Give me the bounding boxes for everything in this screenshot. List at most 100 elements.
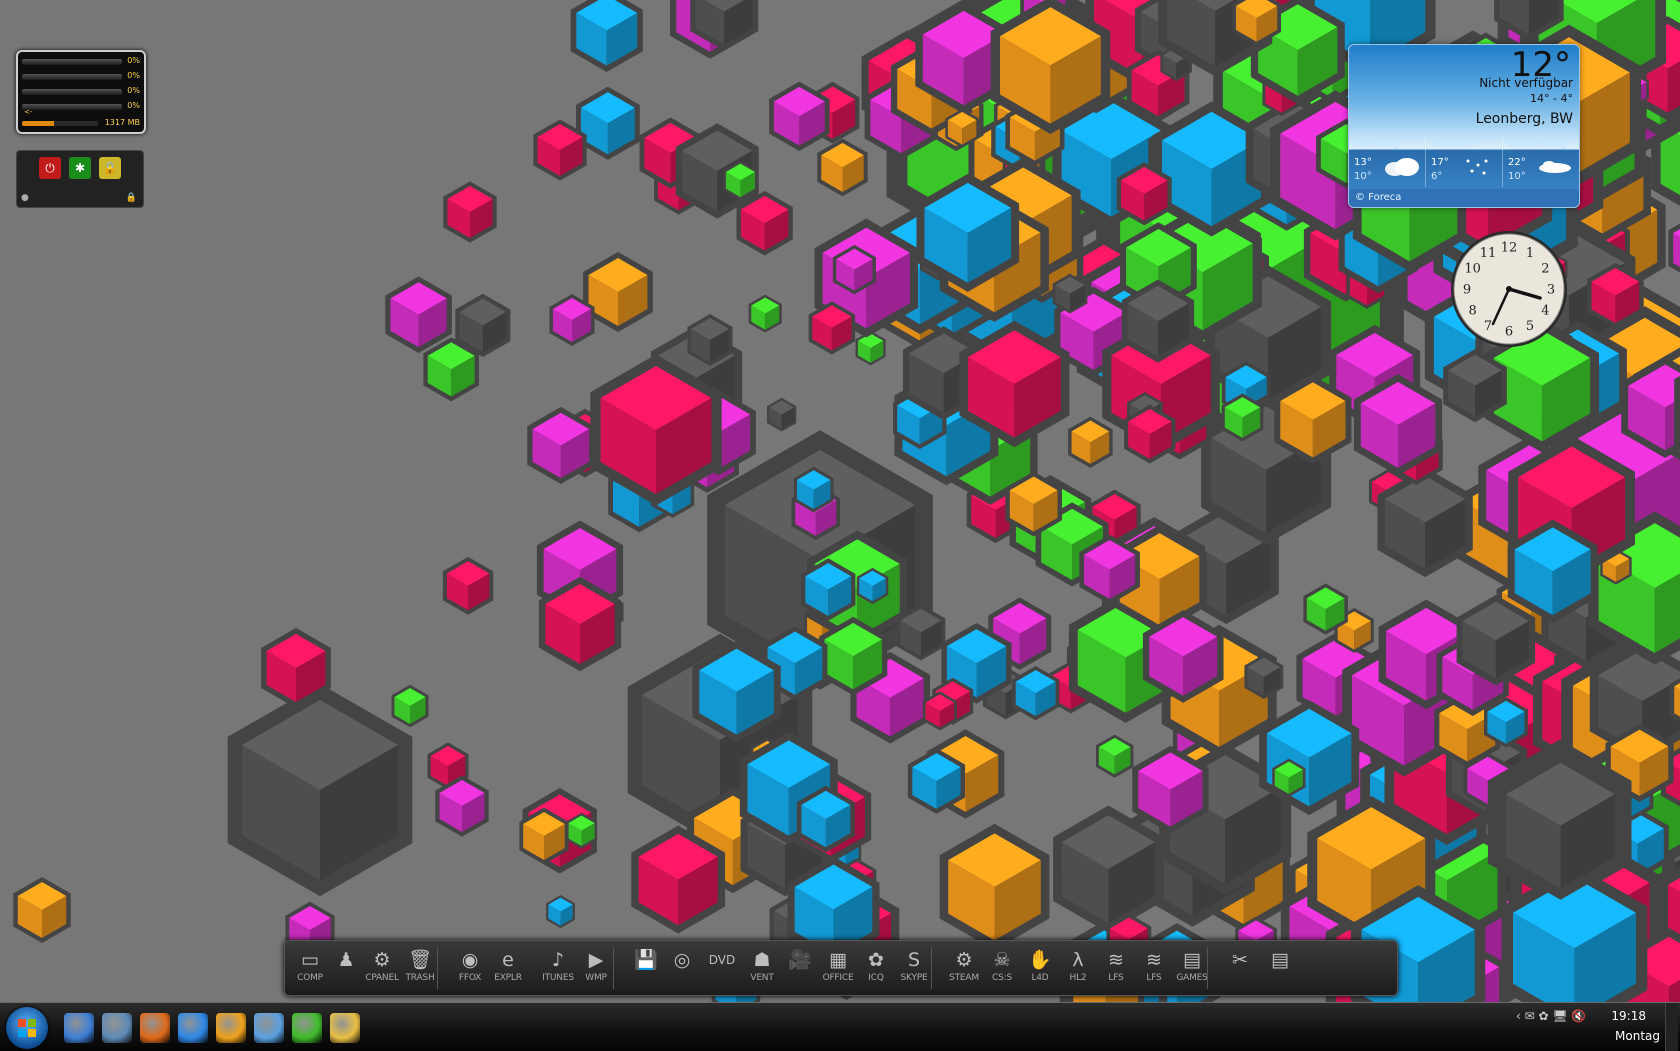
dock-separator <box>437 947 438 989</box>
dock-item-unlabeled-24[interactable]: ▤ <box>1261 945 1299 991</box>
dock-item-hl2[interactable]: λHL2 <box>1059 945 1097 991</box>
dock-item-unlabeled-1[interactable]: ♟ <box>327 945 365 991</box>
firefox-icon[interactable] <box>140 1013 170 1043</box>
restart-button[interactable]: ✱ <box>69 157 91 179</box>
dock-item-icon: DVD <box>703 949 741 971</box>
dock-item-icon: ♪ <box>539 949 577 971</box>
forecast-day: Donnerstag 22° 10° <box>1503 137 1579 187</box>
dock-item-comp[interactable]: ▭COMP <box>291 945 329 991</box>
dock-item-office[interactable]: ▦ OFFICE <box>819 945 857 991</box>
restart-icon: ✱ <box>75 161 85 175</box>
cpu-core-1: 0% <box>22 56 140 68</box>
dock-item-icon: ◎ <box>663 949 701 971</box>
dock-item-wmp[interactable]: ▶ WMP <box>577 945 615 991</box>
dock-item-label: GAMES <box>1173 973 1211 983</box>
padlock-icon: 🔒 <box>126 193 137 203</box>
dock-item-icon: ▶ <box>577 949 615 971</box>
cpu-core-3-value: 0% <box>127 86 140 95</box>
internet-explorer-icon[interactable] <box>178 1013 208 1043</box>
dock-item-icon: S <box>895 949 933 971</box>
dock-item-cpanel[interactable]: ⚙CPANEL <box>363 945 401 991</box>
media-player-icon[interactable] <box>216 1013 246 1043</box>
dock-item-icon: 🗑 <box>401 949 439 971</box>
dock-item-trash[interactable]: 🗑TRASH <box>401 945 439 991</box>
weather-credit: © Foreca <box>1349 189 1580 207</box>
forecast-low: 10° <box>1508 171 1526 182</box>
dock-item-icon: ▦ <box>819 949 857 971</box>
dock-item-icon: ☗ <box>743 949 781 971</box>
cpu-core-4-value: 0% <box>127 101 140 110</box>
dock-item-icon: ✂ <box>1221 949 1259 971</box>
dock-item-label: ICQ <box>857 973 895 983</box>
dock-item-explr[interactable]: eEXPLR <box>489 945 527 991</box>
forecast-day: Mittwoch 17° 6° <box>1426 137 1503 187</box>
show-desktop-button[interactable] <box>1665 1003 1678 1051</box>
dock-item-icon: 💾 <box>627 949 665 971</box>
dock-item-label: LFS <box>1097 973 1135 983</box>
dock-item-label: SKYPE <box>895 973 933 983</box>
dock-item-l4d[interactable]: ✋L4D <box>1021 945 1059 991</box>
dock-item-icon: 🎥 <box>781 949 819 971</box>
weather-city: Leonberg, BW <box>1476 111 1573 127</box>
show-desktop-icon[interactable] <box>64 1013 94 1043</box>
current-condition: Nicht verfügbar <box>1479 76 1573 90</box>
forecast-high: 13° <box>1354 157 1372 168</box>
clock-numeral: 10 <box>1464 262 1481 277</box>
clock-numeral: 1 <box>1526 246 1534 261</box>
analog-clock-gadget[interactable]: 121234567891011 <box>1448 228 1570 350</box>
dock-item-label: VENT <box>743 973 781 983</box>
itunes-icon[interactable] <box>254 1013 284 1043</box>
clock-numeral: 8 <box>1468 304 1476 319</box>
dock-item-vent[interactable]: ☗ VENT <box>743 945 781 991</box>
forecast-low: 10° <box>1354 171 1372 182</box>
power-icon: ⏻ <box>45 161 55 175</box>
dock-item-icq[interactable]: ✿ICQ <box>857 945 895 991</box>
power-button[interactable]: ⏻ <box>39 157 61 179</box>
forecast-day: Dienstag 13° 10° <box>1349 137 1426 187</box>
dock-item-itunes[interactable]: ♪ ITUNES <box>539 945 577 991</box>
clock-numeral: 2 <box>1541 262 1549 277</box>
dock-item-lfs[interactable]: ≋LFS <box>1097 945 1135 991</box>
mail-icon[interactable] <box>330 1013 360 1043</box>
tray-icons: ‹ ✉ ✿ 🖥 🔇 <box>1516 1009 1586 1023</box>
dock-item-unlabeled-8[interactable]: 💾 <box>627 945 665 991</box>
dock-item-label: CS:S <box>983 973 1021 983</box>
clock-numeral: 4 <box>1541 304 1549 319</box>
dock-item-css[interactable]: ☠CS:S <box>983 945 1021 991</box>
dock-item-unlabeled-9[interactable]: ◎ <box>663 945 701 991</box>
app-dock: ▭COMP♟⚙CPANEL🗑TRASH ◉FFOXeEXPLR ♪ ITUNES▶ WM… <box>284 940 1398 996</box>
dock-item-icon: ⚙ <box>945 949 983 971</box>
weather-gadget[interactable]: 12° Nicht verfügbar 14° - 4° Leonberg, B… <box>1348 44 1580 208</box>
icq-icon[interactable] <box>292 1013 322 1043</box>
dock-item-steam[interactable]: ⚙ STEAM <box>945 945 983 991</box>
partly-cloudy-icon <box>1535 155 1575 177</box>
dock-item-label: FFOX <box>451 973 489 983</box>
dock-item-icon: ✋ <box>1021 949 1059 971</box>
lock-icon: 🔒 <box>103 161 118 175</box>
lock-button[interactable]: 🔒 <box>99 157 121 179</box>
dock-item-label: OFFICE <box>819 973 857 983</box>
windows-logo-icon <box>18 1019 36 1037</box>
clock-numeral: 12 <box>1501 241 1518 256</box>
dock-item-skype[interactable]: S SKYPE <box>895 945 933 991</box>
dock-item-ffox[interactable]: ◉FFOX <box>451 945 489 991</box>
taskbar-time[interactable]: 19:18 <box>1611 1009 1646 1023</box>
switch-windows-icon[interactable] <box>102 1013 132 1043</box>
taskbar: ‹ ✉ ✿ 🖥 🔇 19:18 Montag <box>0 1002 1680 1051</box>
dock-item-lfs[interactable]: ≋LFS <box>1135 945 1173 991</box>
dock-item-label: STEAM <box>945 973 983 983</box>
dock-item-unlabeled-23[interactable]: ✂ <box>1221 945 1259 991</box>
dock-item-unlabeled-12[interactable]: 🎥 <box>781 945 819 991</box>
dock-item-label: EXPLR <box>489 973 527 983</box>
cpu-arrow-label: <- <box>24 108 32 116</box>
start-button[interactable] <box>6 1007 48 1049</box>
dock-item-unlabeled-10[interactable]: DVD <box>703 945 741 991</box>
dock-item-label: HL2 <box>1059 973 1097 983</box>
dock-item-label: WMP <box>577 973 615 983</box>
memory-bar <box>22 121 98 126</box>
dock-item-label: ITUNES <box>539 973 577 983</box>
dock-item-games[interactable]: ▤GAMES <box>1173 945 1211 991</box>
dock-separator <box>613 947 614 989</box>
memory-value: 1317 MB <box>105 118 140 127</box>
taskbar-day[interactable]: Montag <box>1615 1029 1660 1043</box>
